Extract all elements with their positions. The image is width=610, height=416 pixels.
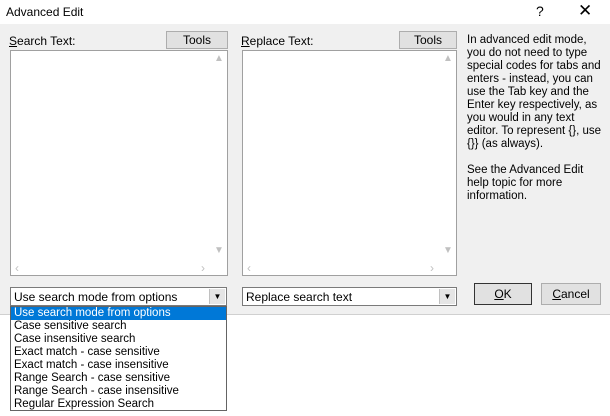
scroll-right-icon[interactable]: › [430, 261, 434, 275]
search-mode-select[interactable]: Use search mode from options ▼ [10, 287, 227, 306]
replace-horizontal-scrollbar[interactable]: ‹ › [243, 258, 456, 275]
info-paragraph-1: In advanced edit mode, you do not need t… [467, 34, 602, 150]
replace-text-area[interactable]: ▲ ▼ ‹ › [242, 50, 457, 276]
replace-mode-value: Replace search text [246, 290, 353, 304]
ok-button[interactable]: OK [474, 283, 532, 305]
scroll-right-icon[interactable]: › [201, 261, 205, 275]
help-button[interactable]: ? [536, 3, 544, 19]
search-text-area[interactable]: ▲ ▼ ‹ › [10, 50, 228, 276]
search-horizontal-scrollbar[interactable]: ‹ › [11, 258, 227, 275]
replace-vertical-scrollbar[interactable]: ▲ ▼ [439, 51, 456, 258]
dropdown-option[interactable]: Exact match - case sensitive [11, 346, 226, 359]
dropdown-option[interactable]: Use search mode from options [11, 307, 226, 320]
cancel-button[interactable]: Cancel [541, 283, 601, 305]
info-panel: In advanced edit mode, you do not need t… [467, 34, 605, 216]
dropdown-option[interactable]: Case sensitive search [11, 320, 226, 333]
chevron-down-icon[interactable]: ▼ [439, 289, 455, 304]
search-vertical-scrollbar[interactable]: ▲ ▼ [210, 51, 227, 258]
dropdown-option[interactable]: Regular Expression Search [11, 398, 226, 411]
scroll-up-icon[interactable]: ▲ [443, 53, 453, 64]
scroll-down-icon[interactable]: ▼ [443, 245, 453, 256]
advanced-edit-dialog: Advanced Edit ? ✕ Search Text: Tools ▲ ▼… [0, 0, 610, 314]
chevron-down-icon[interactable]: ▼ [209, 289, 225, 304]
scroll-left-icon[interactable]: ‹ [15, 261, 19, 275]
scroll-down-icon[interactable]: ▼ [214, 245, 224, 256]
info-paragraph-2: See the Advanced Edit help topic for mor… [467, 164, 584, 202]
dropdown-option[interactable]: Exact match - case insensitive [11, 359, 226, 372]
search-tools-button[interactable]: Tools [166, 31, 228, 49]
dropdown-option[interactable]: Case insensitive search [11, 333, 226, 346]
close-button[interactable]: ✕ [578, 2, 592, 19]
search-mode-value: Use search mode from options [14, 290, 178, 304]
replace-mode-select[interactable]: Replace search text ▼ [242, 287, 457, 306]
dropdown-option[interactable]: Range Search - case insensitive [11, 385, 226, 398]
title-bar: Advanced Edit ? ✕ [0, 0, 610, 24]
replace-text-label: Replace Text: [241, 34, 314, 48]
scroll-up-icon[interactable]: ▲ [214, 53, 224, 64]
scroll-left-icon[interactable]: ‹ [247, 261, 251, 275]
search-text-label: Search Text: [9, 34, 76, 48]
dropdown-option[interactable]: Range Search - case sensitive [11, 372, 226, 385]
search-mode-dropdown-list[interactable]: Use search mode from options Case sensit… [10, 306, 227, 411]
window-title: Advanced Edit [6, 5, 84, 19]
replace-tools-button[interactable]: Tools [399, 31, 457, 49]
